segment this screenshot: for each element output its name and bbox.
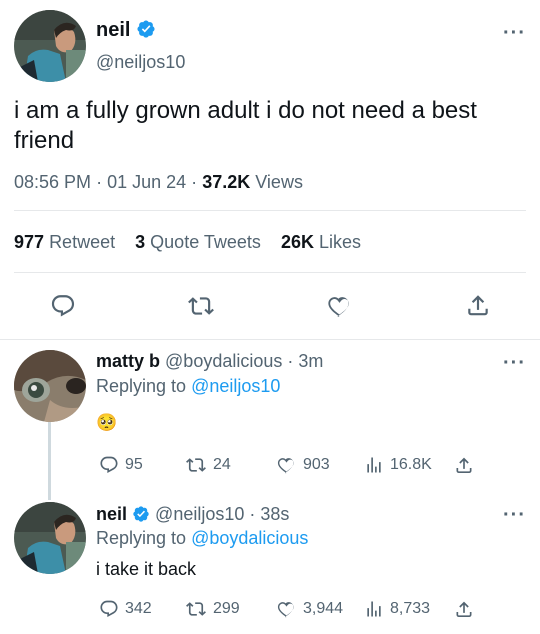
author-handle[interactable]: @neiljos10	[155, 504, 244, 524]
views-chart-icon	[367, 601, 381, 617]
retweet-button[interactable]	[187, 293, 215, 319]
heart-icon	[328, 297, 349, 317]
share-icon	[456, 601, 472, 617]
share-button[interactable]	[454, 599, 474, 620]
retweet-icon	[186, 602, 206, 616]
reply-icon	[100, 456, 118, 474]
tweet-meta: 08:56 PM · 01 Jun 24 · 37.2K Views	[14, 172, 303, 193]
author-name[interactable]: matty b	[96, 351, 160, 371]
views-count: 16.8K	[390, 456, 432, 473]
views-count: 8,733	[390, 600, 431, 617]
replying-to-label: Replying to	[96, 528, 187, 548]
author-handle[interactable]: @neiljos10	[96, 52, 185, 73]
heart-icon	[277, 458, 294, 474]
divider	[14, 272, 526, 273]
author-name[interactable]: neil	[96, 19, 130, 41]
reply-age[interactable]: 38s	[260, 504, 289, 524]
more-icon[interactable]: ···	[503, 505, 526, 525]
verified-badge-icon	[136, 19, 156, 45]
quotes-label: Quote Tweets	[150, 232, 261, 252]
avatar[interactable]	[14, 502, 86, 574]
quotes-count: 3	[135, 232, 146, 252]
replying-to-label: Replying to	[96, 376, 187, 396]
like-stat[interactable]: 3,944	[276, 599, 343, 619]
tweet-text: i am a fully grown adult i do not need a…	[14, 97, 477, 154]
retweet-icon	[186, 458, 206, 472]
share-button[interactable]	[454, 455, 474, 476]
views-label: Views	[255, 172, 303, 192]
meta-separator: ·	[191, 172, 198, 192]
reply-count: 95	[125, 456, 143, 473]
share-icon	[456, 457, 472, 473]
like-count: 3,944	[303, 600, 344, 617]
retweet-stat[interactable]: 299	[185, 599, 240, 619]
likes-label: Likes	[318, 232, 362, 252]
thread-line	[48, 422, 51, 500]
share-button[interactable]	[465, 292, 491, 319]
like-button[interactable]	[326, 293, 353, 319]
like-stat[interactable]: 903	[276, 455, 330, 475]
views-stat[interactable]: 8,733	[364, 599, 430, 619]
reply-button[interactable]	[50, 293, 76, 319]
views-count: 37.2K	[202, 172, 251, 192]
meta-separator: ·	[249, 504, 256, 524]
retweet-stat[interactable]: 24	[185, 455, 231, 475]
views-chart-icon	[367, 457, 381, 473]
likes-stat[interactable]: 26K Likes	[281, 232, 361, 252]
quotes-stat[interactable]: 3 Quote Tweets	[135, 232, 266, 252]
reply-text: i take it back	[96, 559, 197, 579]
divider	[0, 339, 540, 340]
retweets-label: Retweet	[49, 232, 116, 252]
replying-to-link[interactable]: @boydalicious	[191, 528, 308, 548]
share-icon	[468, 295, 488, 316]
reply-count: 342	[125, 600, 152, 617]
meta-separator: ·	[287, 351, 294, 371]
reply-age[interactable]: 3m	[298, 351, 323, 371]
reply-stat[interactable]: 342	[99, 599, 152, 619]
retweets-stat[interactable]: 977 Retweet	[14, 232, 120, 252]
engagement-stats: 977 Retweet 3 Quote Tweets 26K Likes	[14, 232, 361, 253]
reply-text: 🥺	[96, 413, 118, 432]
meta-separator: ·	[96, 172, 103, 192]
reply-icon	[51, 295, 75, 317]
replying-to-link[interactable]: @neiljos10	[191, 376, 280, 396]
author-handle[interactable]: @boydalicious	[165, 351, 282, 371]
views-stat[interactable]: 16.8K	[364, 455, 432, 475]
more-icon[interactable]: ···	[503, 353, 526, 373]
tweet-time[interactable]: 08:56 PM	[14, 172, 91, 192]
retweet-icon	[188, 297, 214, 315]
reply-icon	[100, 600, 118, 618]
heart-icon	[277, 602, 294, 618]
like-count: 903	[303, 456, 330, 473]
likes-count: 26K	[280, 232, 314, 252]
retweets-count: 977	[14, 232, 45, 252]
author-name[interactable]: neil	[96, 504, 127, 524]
avatar[interactable]	[14, 350, 86, 422]
retweet-count: 299	[213, 600, 240, 617]
reply-stat[interactable]: 95	[99, 455, 143, 475]
avatar[interactable]	[14, 10, 86, 82]
verified-badge-icon	[132, 505, 150, 528]
divider	[14, 210, 526, 211]
more-icon[interactable]: ···	[503, 23, 526, 43]
tweet-date[interactable]: 01 Jun 24	[107, 172, 186, 192]
retweet-count: 24	[213, 456, 231, 473]
